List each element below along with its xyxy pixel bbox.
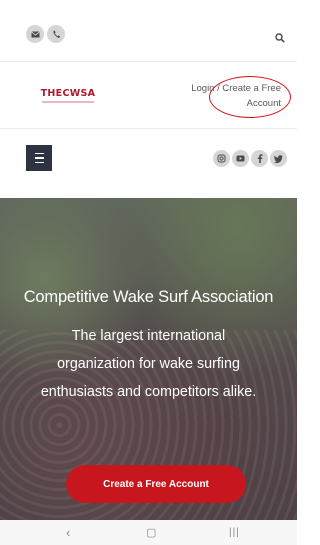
youtube-icon[interactable]: [232, 150, 249, 167]
system-nav-bar: ‹ ▢ |||: [0, 520, 297, 545]
logo-tagline: [42, 101, 94, 103]
site-logo[interactable]: THECWSA: [38, 89, 98, 107]
envelope-icon[interactable]: [26, 25, 44, 43]
instagram-icon[interactable]: [213, 150, 230, 167]
hero-subtitle-line: organization for wake surfing: [57, 356, 240, 372]
home-icon[interactable]: ▢: [146, 526, 156, 540]
recents-icon[interactable]: |||: [229, 526, 240, 540]
hero-subtitle-line: enthusiasts and competitors alike.: [40, 384, 257, 400]
phone-icon[interactable]: [47, 25, 65, 43]
hero-title: Competitive Wake Surf Association: [23, 288, 274, 306]
back-icon[interactable]: ‹: [66, 526, 70, 540]
highlight-annotation: [209, 76, 291, 118]
facebook-icon[interactable]: [251, 150, 268, 167]
contact-icons: [26, 25, 65, 43]
hamburger-icon-line: [34, 157, 44, 159]
top-bar: [0, 0, 297, 62]
hero-subtitle-line: The largest international: [71, 328, 226, 344]
hero-subtitle: The largest international organization f…: [8, 322, 289, 406]
hamburger-menu-button[interactable]: [26, 145, 52, 171]
create-account-button[interactable]: Create a Free Account: [66, 465, 246, 503]
twitter-icon[interactable]: [270, 150, 287, 167]
search-icon[interactable]: [275, 30, 287, 43]
logo-wordmark: THECWSA: [40, 88, 96, 99]
social-icons: [213, 150, 287, 167]
hamburger-icon: [34, 152, 44, 155]
hero-banner: Competitive Wake Surf Association The la…: [0, 198, 297, 520]
hamburger-icon-line: [34, 161, 44, 164]
